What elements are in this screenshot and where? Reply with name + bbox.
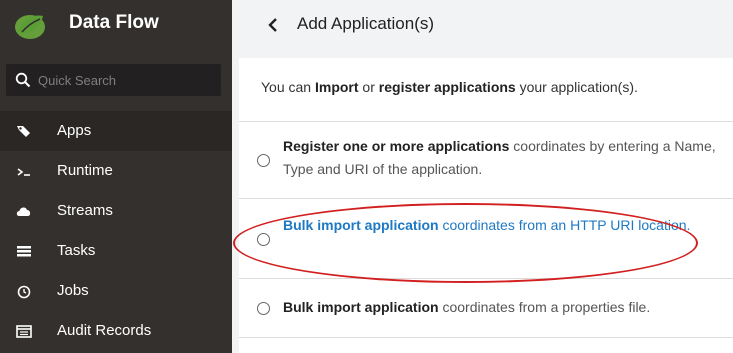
divider <box>239 337 733 338</box>
sidebar-item-label: Runtime <box>57 162 113 179</box>
option-bulk-import-http-uri[interactable]: Bulk import application coordinates from… <box>239 199 733 278</box>
option-rest: coordinates from an HTTP URI location. <box>438 217 691 233</box>
spring-logo-icon <box>15 15 45 39</box>
option-text: Register one or more applications coordi… <box>283 135 723 181</box>
page-title: Add Application(s) <box>297 14 435 33</box>
sidebar-item-audit-records[interactable]: Audit Records <box>0 311 232 351</box>
brand-title: Data Flow <box>69 12 159 33</box>
option-bold: Bulk import application <box>283 217 439 233</box>
clock-icon <box>17 285 31 299</box>
sidebar-item-label: Tasks <box>57 242 96 259</box>
search-input[interactable] <box>38 64 216 96</box>
page-header: Add Application(s) <box>232 0 733 50</box>
sidebar-item-label: Apps <box>57 122 92 139</box>
sidebar-item-label: Jobs <box>57 282 89 299</box>
tasks-icon <box>17 246 31 257</box>
sidebar-item-runtime[interactable]: Runtime <box>0 151 232 191</box>
audit-icon <box>16 325 32 338</box>
chevron-left-icon[interactable] <box>267 17 279 33</box>
brand[interactable]: Data Flow <box>0 0 232 50</box>
option-register-applications[interactable]: Register one or more applications coordi… <box>239 122 733 198</box>
cloud-icon <box>16 207 31 216</box>
option-text: Bulk import application coordinates from… <box>283 214 723 237</box>
option-bold: Bulk import application <box>283 299 439 315</box>
sidebar-item-label: Streams <box>57 202 113 219</box>
radio-button[interactable] <box>257 154 270 167</box>
radio-button[interactable] <box>257 233 270 246</box>
search-icon <box>15 72 31 88</box>
intro-import: Import <box>314 79 359 95</box>
radio-button[interactable] <box>257 302 270 315</box>
option-text: Bulk import application coordinates from… <box>283 296 723 319</box>
sidebar-item-jobs[interactable]: Jobs <box>0 271 232 311</box>
terminal-icon <box>17 168 30 176</box>
sidebar-item-label: Audit Records <box>57 322 152 339</box>
intro-text: You can Import or register applications … <box>261 79 638 95</box>
intro-middle: or <box>358 79 379 95</box>
option-bulk-import-properties-file[interactable]: Bulk import application coordinates from… <box>239 279 733 337</box>
sidebar-item-tasks[interactable]: Tasks <box>0 231 232 271</box>
quick-search <box>6 64 221 96</box>
options-card: You can Import or register applications … <box>239 58 733 353</box>
main-content: Add Application(s) You can Import or reg… <box>232 0 733 353</box>
intro-register: register applications <box>378 79 516 95</box>
sidebar-item-streams[interactable]: Streams <box>0 191 232 231</box>
tag-icon <box>17 126 30 137</box>
intro-prefix: You can <box>261 79 315 95</box>
sidebar: Data Flow Apps Runtime Streams Tasks <box>0 0 232 353</box>
intro-suffix: your application(s). <box>515 79 638 95</box>
option-bold: Register one or more applications <box>283 138 510 154</box>
sidebar-item-apps[interactable]: Apps <box>0 111 232 151</box>
option-rest: coordinates from a properties file. <box>438 299 651 315</box>
